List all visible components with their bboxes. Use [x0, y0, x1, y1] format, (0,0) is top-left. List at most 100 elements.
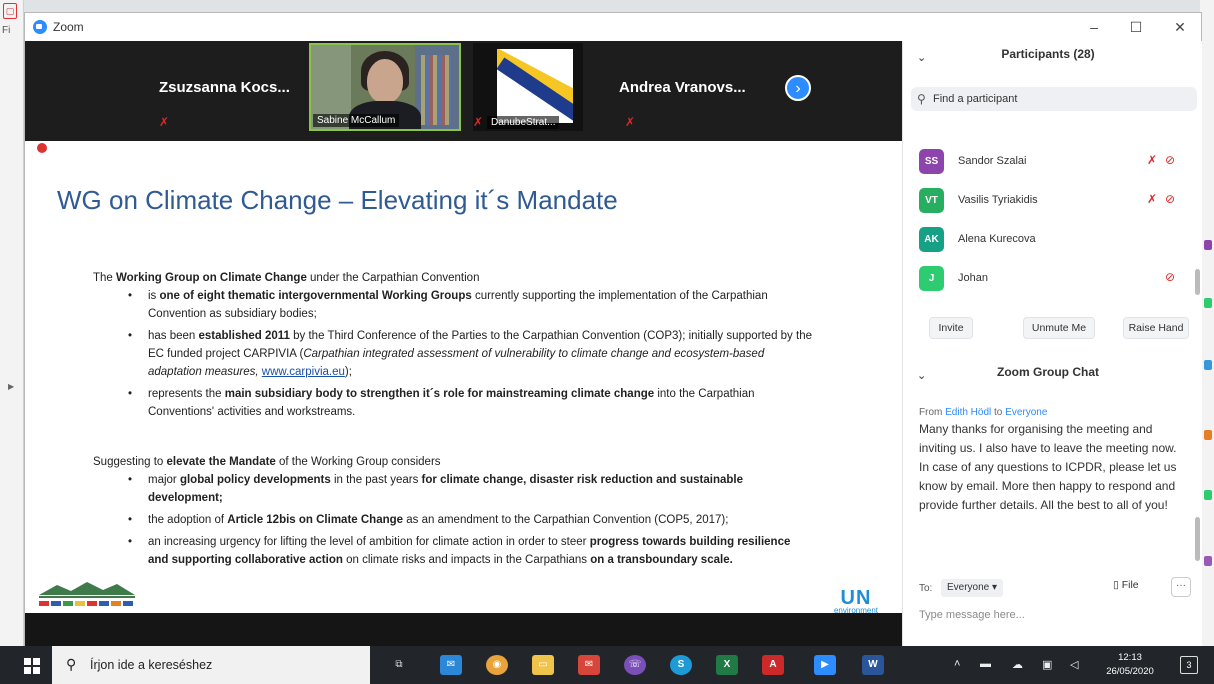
mic-muted-icon: ✗ [625, 115, 636, 129]
avatar: J [919, 266, 944, 291]
background-app-label: Fi [2, 25, 11, 36]
mic-muted-icon: ✗ [1147, 192, 1158, 206]
avatar: VT [919, 188, 944, 213]
taskbar: ⚲ Írjon ide a kereséshez ⧉ ✉ ◉ ▭ ✉ ☏ S X… [0, 646, 1214, 684]
chat-messages: From Edith Hödl to Everyone Many thanks … [919, 407, 1181, 515]
slide-body: The Working Group on Climate Change unde… [93, 269, 813, 573]
slide-title: WG on Climate Change – Elevating it´s Ma… [57, 185, 618, 215]
file-explorer-icon[interactable]: ▭ [532, 655, 554, 675]
chat-message-text: Many thanks for organising the meeting a… [919, 422, 1177, 512]
zoom-window: Zoom – ☐ ✕ Zsuzsanna Kocs... ✗ Sabine Mc… [24, 12, 1202, 647]
list-item: has been established 2011 by the Third C… [128, 327, 813, 381]
show-hidden-icons-icon[interactable]: ˄ [954, 658, 960, 670]
search-icon: ⚲ [917, 92, 926, 106]
search-icon: ⚲ [66, 656, 77, 672]
active-speaker-tile[interactable]: Sabine McCallum [309, 43, 461, 131]
taskbar-clock[interactable]: 12:13 26/05/2020 [1098, 651, 1162, 679]
close-button[interactable]: ✕ [1165, 17, 1195, 37]
video-tile[interactable]: ✗ DanubeStrat... [473, 43, 583, 131]
pdf-icon: ▢ [3, 3, 17, 19]
bullet-list: major global policy developments in the … [128, 471, 813, 569]
list-item[interactable]: SS Sandor Szalai ✗ ⊘ [903, 143, 1193, 182]
video-off-icon: ⊘ [1165, 270, 1176, 284]
window-title: Zoom [53, 20, 84, 34]
network-icon[interactable]: ▣ [1042, 658, 1052, 671]
collapse-chevron-icon[interactable]: ⌄ [917, 51, 926, 64]
viber-icon[interactable]: ☏ [624, 655, 646, 675]
color-marker-icon [1204, 430, 1212, 440]
meeting-controls-bar [25, 613, 902, 647]
expand-arrow-icon[interactable]: ▶ [8, 382, 14, 391]
recipient-label: To: [919, 583, 933, 594]
chat-message-sender: From Edith Hödl to Everyone [919, 407, 1048, 418]
section-text: Suggesting to elevate the Mandate of the… [93, 456, 441, 468]
participant-name: Zsuzsanna Kocs... [159, 79, 290, 96]
mail-icon[interactable]: ✉ [578, 655, 600, 675]
carpathian-convention-logo [39, 582, 135, 606]
next-page-button[interactable]: › [785, 75, 811, 101]
excel-icon[interactable]: X [716, 655, 738, 675]
task-view-icon[interactable]: ⧉ [388, 655, 410, 675]
bullet-list: is one of eight thematic intergovernment… [128, 287, 813, 421]
more-options-button[interactable]: ··· [1171, 577, 1191, 597]
list-item[interactable]: AK Alena Kurecova [903, 221, 1193, 260]
participant-name: Sandor Szalai [958, 155, 1027, 167]
volume-icon[interactable]: ◁ [1070, 658, 1078, 671]
chat-message-input[interactable]: Type message here... [919, 609, 1025, 621]
video-off-icon: ⊘ [1165, 192, 1176, 206]
participant-name: Johan [958, 272, 988, 284]
avatar: AK [919, 227, 944, 252]
collapse-chevron-icon[interactable]: ⌄ [917, 369, 926, 382]
recipient-dropdown[interactable]: Everyone ▾ [941, 579, 1004, 597]
list-item: is one of eight thematic intergovernment… [128, 287, 813, 323]
invite-button[interactable]: Invite [929, 317, 973, 339]
shared-screen: WG on Climate Change – Elevating it´s Ma… [25, 141, 902, 615]
danube-strategy-logo [497, 49, 573, 123]
acrobat-icon[interactable]: A [762, 655, 784, 675]
participant-name: Alena Kurecova [958, 233, 1036, 245]
taskbar-search-box[interactable]: ⚲ Írjon ide a kereséshez [52, 646, 370, 684]
video-tile[interactable]: Zsuzsanna Kocs... ✗ [151, 43, 301, 131]
chat-scrollbar[interactable] [1195, 517, 1200, 561]
video-tile[interactable]: Andrea Vranovs... ✗ [617, 43, 777, 131]
carpivia-link[interactable]: www.carpivia.eu [262, 366, 345, 378]
file-icon: ▯ [1113, 579, 1119, 591]
maximize-button[interactable]: ☐ [1121, 17, 1151, 37]
list-item: an increasing urgency for lifting the le… [128, 533, 813, 569]
zoom-taskbar-icon[interactable]: ▶ [814, 655, 836, 675]
desktop: ▢ Fi ▶ Zoom – ☐ ✕ Zsuzsanna Kocs... ✗ Sa… [0, 0, 1214, 684]
list-item: represents the main subsidiary body to s… [128, 385, 813, 421]
minimize-button[interactable]: – [1079, 17, 1109, 37]
word-icon[interactable]: W [862, 655, 884, 675]
mic-muted-icon: ✗ [473, 115, 484, 129]
list-item: major global policy developments in the … [128, 471, 813, 507]
side-panel: ⌄ Participants (28) ⚲ Find a participant… [902, 41, 1202, 647]
outlook-icon[interactable]: ✉ [440, 655, 462, 675]
chrome-icon[interactable]: ◉ [486, 655, 508, 675]
raise-hand-button[interactable]: Raise Hand [1123, 317, 1189, 339]
color-marker-icon [1204, 240, 1212, 250]
color-marker-icon [1204, 490, 1212, 500]
participant-actions: Invite Unmute Me Raise Hand [903, 317, 1193, 341]
skype-icon[interactable]: S [670, 655, 692, 675]
windows-start-button[interactable] [24, 658, 40, 674]
unmute-button[interactable]: Unmute Me [1023, 317, 1095, 339]
video-off-icon: ⊘ [1165, 153, 1176, 167]
participants-scrollbar[interactable] [1195, 269, 1200, 295]
list-item[interactable]: VT Vasilis Tyriakidis ✗ ⊘ [903, 182, 1193, 221]
battery-icon[interactable]: ▬ [980, 658, 991, 670]
participant-name: Sabine McCallum [313, 114, 400, 127]
color-marker-icon [1204, 298, 1212, 308]
participant-name: Vasilis Tyriakidis [958, 194, 1038, 206]
mic-muted-icon: ✗ [159, 115, 170, 129]
cloud-icon[interactable]: ☁ [1012, 658, 1023, 671]
list-item[interactable]: J Johan ⊘ [903, 260, 1193, 299]
video-strip: Zsuzsanna Kocs... ✗ Sabine McCallum ✗ Da… [25, 41, 902, 141]
notification-center-button[interactable]: 3 [1180, 656, 1198, 674]
color-marker-icon [1204, 360, 1212, 370]
avatar: SS [919, 149, 944, 174]
zoom-logo-icon [33, 20, 47, 34]
file-button[interactable]: ▯ File [1113, 579, 1139, 591]
participant-search-input[interactable]: ⚲ Find a participant [911, 87, 1197, 111]
participants-header: ⌄ Participants (28) [917, 47, 1095, 64]
